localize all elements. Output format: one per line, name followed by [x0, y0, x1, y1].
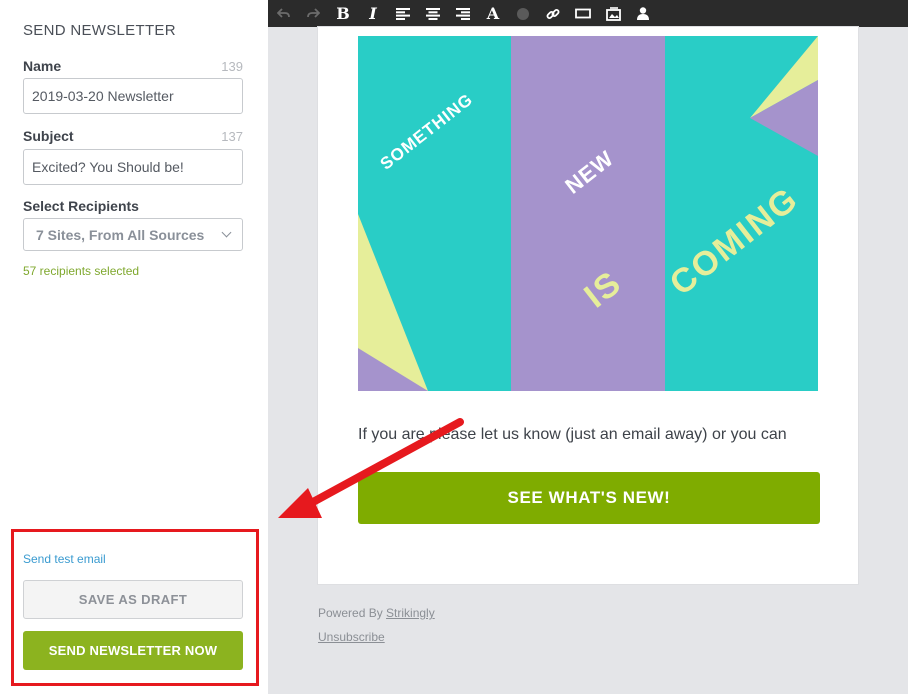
- bold-icon[interactable]: B: [328, 0, 358, 27]
- powered-by-footer: Powered By Strikingly: [318, 606, 435, 620]
- user-icon[interactable]: [628, 0, 658, 27]
- image-icon[interactable]: [598, 0, 628, 27]
- color-icon[interactable]: [508, 0, 538, 27]
- unsubscribe-link[interactable]: Unsubscribe: [318, 630, 385, 644]
- redo-icon[interactable]: [298, 0, 328, 27]
- annotation-highlight-box: [11, 529, 259, 686]
- link-icon[interactable]: [538, 0, 568, 27]
- italic-icon[interactable]: I: [358, 0, 388, 27]
- powered-by-prefix: Powered By: [318, 606, 387, 620]
- align-left-icon[interactable]: [388, 0, 418, 27]
- chevron-down-icon: [221, 227, 232, 238]
- hero-image: SOMETHING NEW IS COMING: [358, 36, 818, 391]
- name-input[interactable]: [23, 78, 243, 114]
- panel-title: SEND NEWSLETTER: [23, 22, 176, 39]
- subject-input[interactable]: [23, 149, 243, 185]
- name-char-count: 139: [221, 59, 243, 74]
- see-whats-new-button[interactable]: SEE WHAT'S NEW!: [358, 472, 820, 524]
- align-center-icon[interactable]: [418, 0, 448, 27]
- subject-char-count: 137: [221, 129, 243, 144]
- undo-icon[interactable]: [268, 0, 298, 27]
- subject-label: Subject: [23, 128, 74, 144]
- align-right-icon[interactable]: [448, 0, 478, 27]
- font-icon[interactable]: A: [478, 0, 508, 27]
- recipients-select[interactable]: 7 Sites, From All Sources: [23, 218, 243, 251]
- editor-toolbar: B I A: [268, 0, 908, 27]
- recipients-label: Select Recipients: [23, 198, 139, 214]
- recipients-selected-value: 7 Sites, From All Sources: [36, 226, 205, 243]
- email-body-text[interactable]: If you are please let us know (just an e…: [358, 426, 787, 444]
- strikingly-link[interactable]: Strikingly: [386, 606, 435, 620]
- name-label: Name: [23, 58, 62, 74]
- button-icon[interactable]: [568, 0, 598, 27]
- email-preview: SOMETHING NEW IS COMING If you are pleas…: [318, 27, 858, 584]
- recipients-count: 57 recipients selected: [23, 264, 140, 278]
